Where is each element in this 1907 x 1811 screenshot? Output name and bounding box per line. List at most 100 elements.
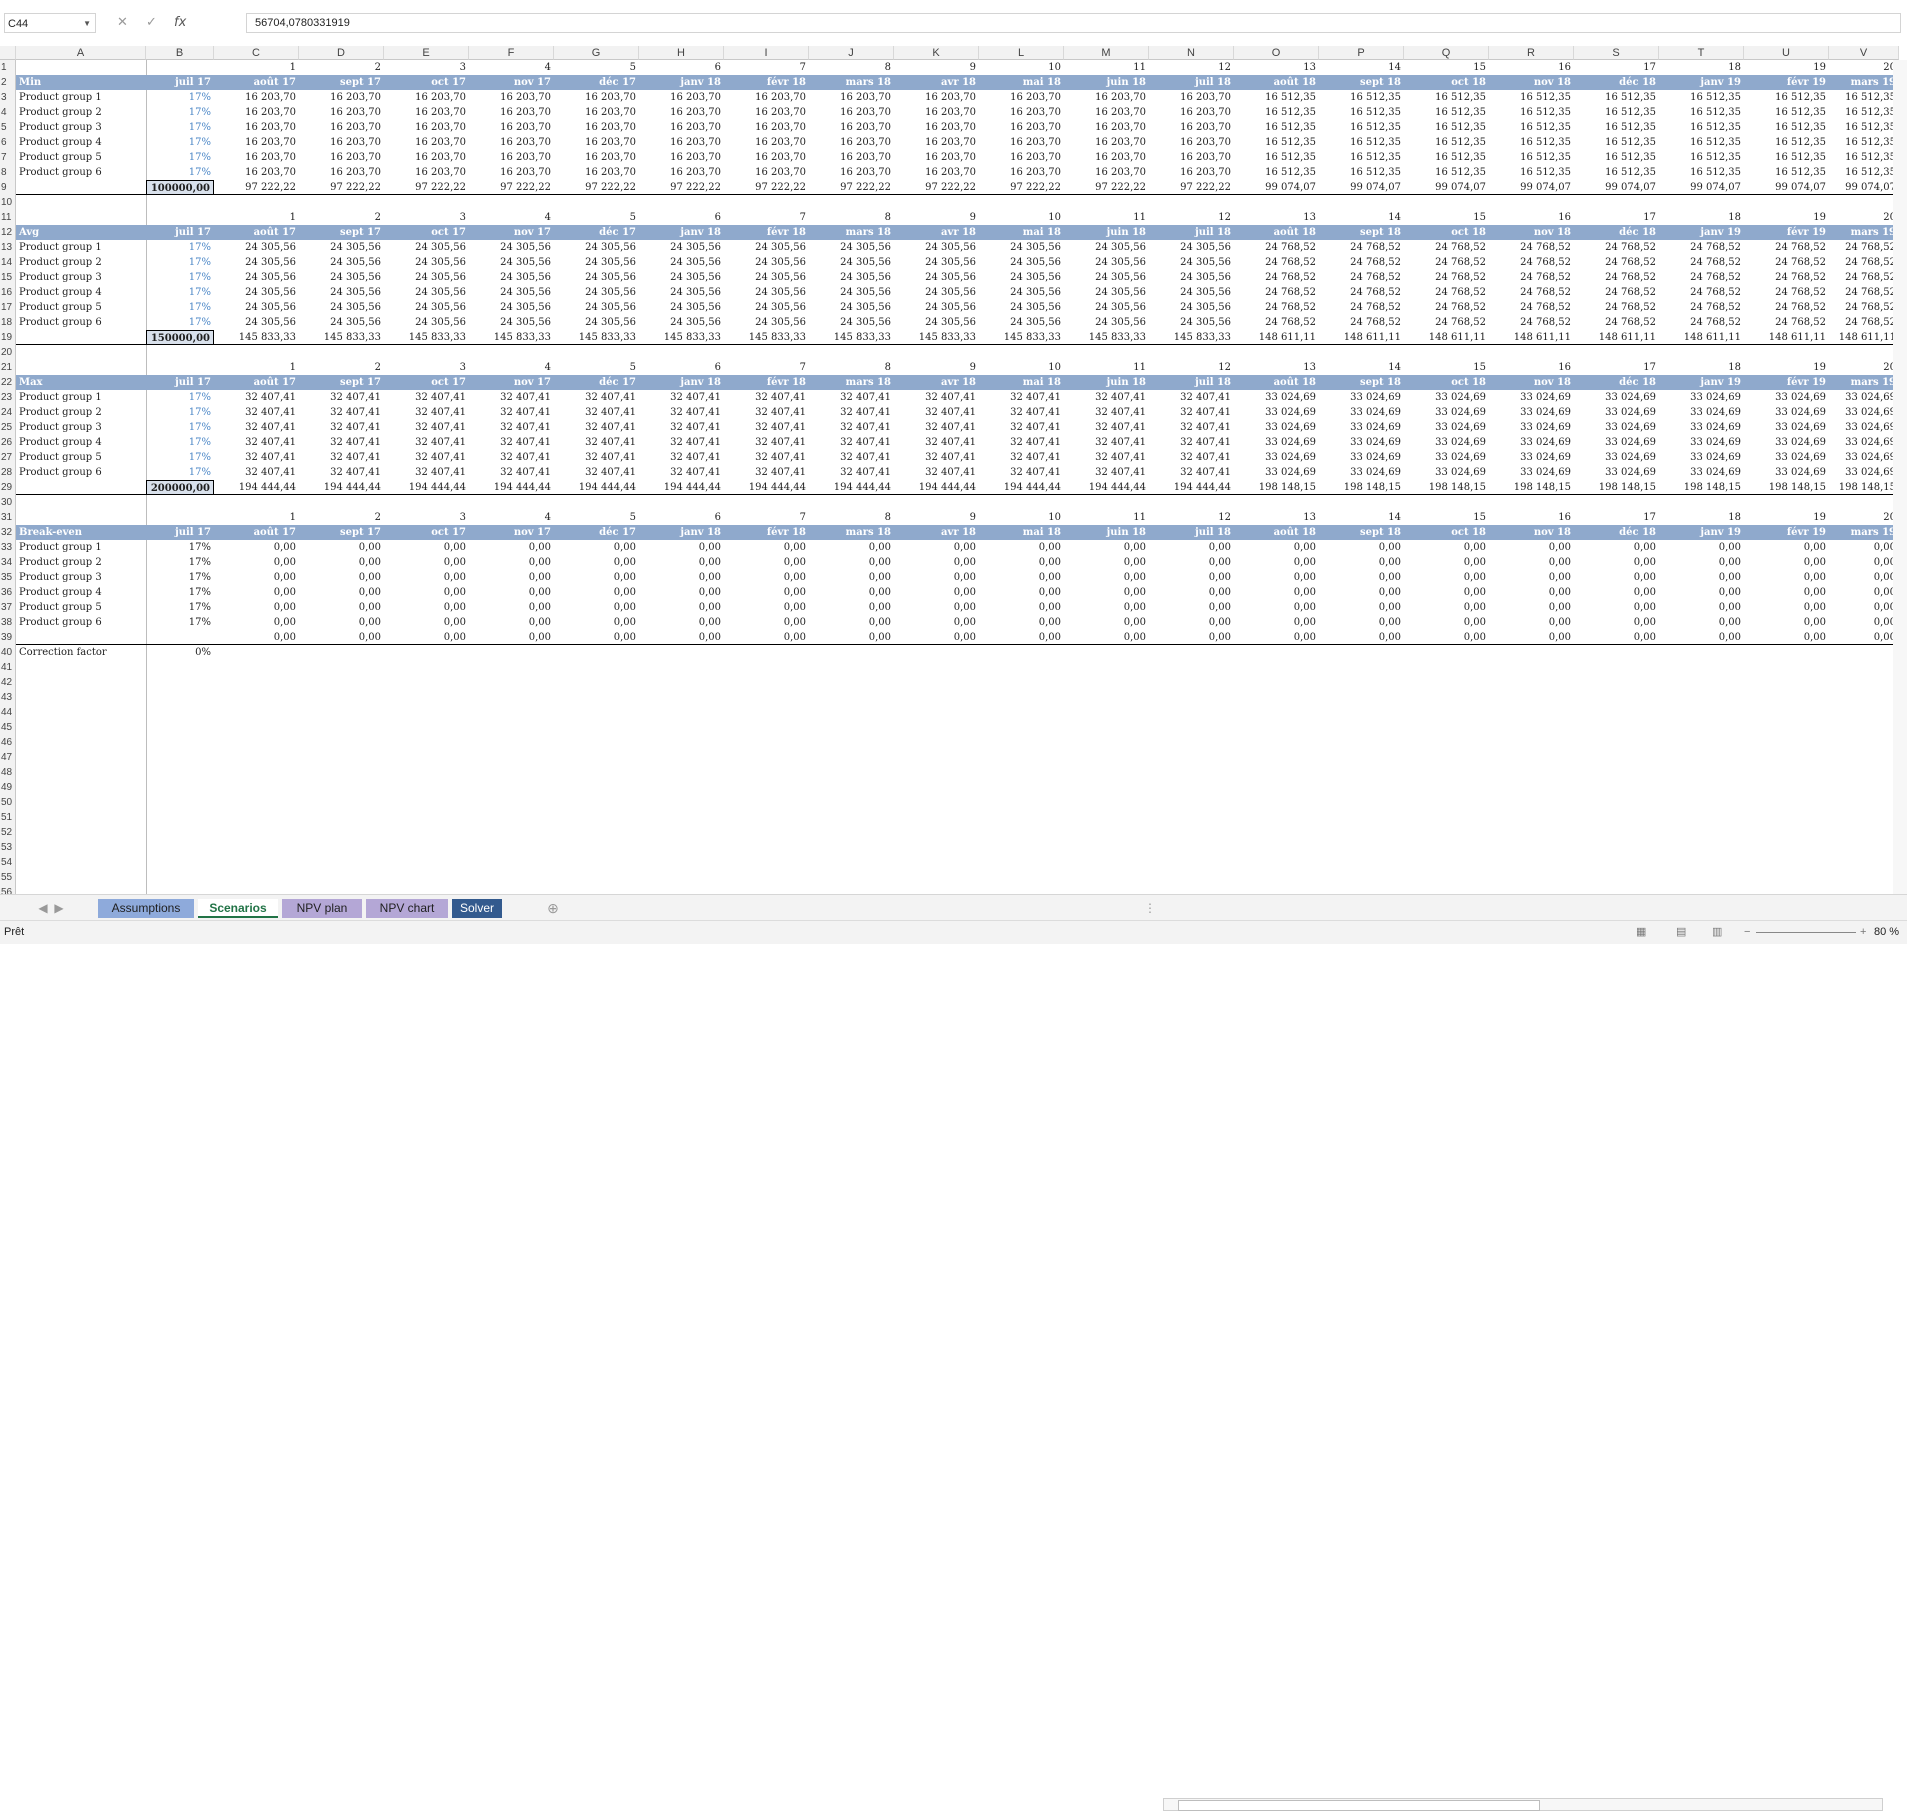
value-cell[interactable]: 16 512,35 — [1319, 90, 1404, 105]
value-cell[interactable]: 32 407,41 — [809, 405, 894, 420]
total-cell[interactable]: 194 444,44 — [639, 480, 724, 495]
value-cell[interactable]: 16 203,70 — [1149, 135, 1234, 150]
value-cell[interactable]: 16 512,35 — [1829, 90, 1899, 105]
row-header[interactable]: 32 — [0, 525, 16, 540]
value-cell[interactable]: 32 407,41 — [214, 405, 299, 420]
value-cell[interactable]: 0,00 — [1489, 600, 1574, 615]
value-cell[interactable]: 0,00 — [894, 585, 979, 600]
column-header[interactable]: E — [384, 46, 469, 60]
total-cell[interactable]: 97 222,22 — [809, 180, 894, 195]
value-cell[interactable]: 24 305,56 — [1149, 285, 1234, 300]
value-cell[interactable]: 0,00 — [809, 555, 894, 570]
value-cell[interactable]: 32 407,41 — [469, 405, 554, 420]
value-cell[interactable]: 24 305,56 — [979, 315, 1064, 330]
value-cell[interactable]: 32 407,41 — [979, 450, 1064, 465]
row-header[interactable]: 19 — [0, 330, 16, 345]
value-cell[interactable]: 32 407,41 — [979, 420, 1064, 435]
value-cell[interactable]: 0,00 — [1659, 570, 1744, 585]
row-header[interactable]: 42 — [0, 675, 16, 690]
row-header[interactable]: 22 — [0, 375, 16, 390]
value-cell[interactable]: 0,00 — [639, 570, 724, 585]
value-cell[interactable]: 32 407,41 — [979, 390, 1064, 405]
column-header[interactable]: F — [469, 46, 554, 60]
row-header[interactable]: 30 — [0, 495, 16, 510]
value-cell[interactable]: 24 305,56 — [979, 285, 1064, 300]
value-cell[interactable]: 16 203,70 — [1149, 150, 1234, 165]
value-cell[interactable]: 24 768,52 — [1829, 285, 1899, 300]
value-cell[interactable]: 0,00 — [1744, 540, 1829, 555]
value-cell[interactable]: 32 407,41 — [299, 420, 384, 435]
value-cell[interactable]: 32 407,41 — [384, 465, 469, 480]
total-cell[interactable]: 0,00 — [1659, 630, 1744, 645]
function-icon[interactable]: fx — [174, 13, 186, 33]
value-cell[interactable]: 16 512,35 — [1489, 120, 1574, 135]
value-cell[interactable]: 0,00 — [639, 585, 724, 600]
value-cell[interactable]: 16 203,70 — [214, 135, 299, 150]
value-cell[interactable]: 0,00 — [1489, 555, 1574, 570]
total-cell[interactable]: 145 833,33 — [809, 330, 894, 345]
value-cell[interactable]: 32 407,41 — [384, 405, 469, 420]
zoom-out-icon[interactable]: − — [1744, 921, 1750, 944]
value-cell[interactable]: 16 512,35 — [1659, 90, 1744, 105]
value-cell[interactable]: 24 305,56 — [809, 315, 894, 330]
total-cell[interactable]: 0,00 — [1319, 630, 1404, 645]
row-header[interactable]: 51 — [0, 810, 16, 825]
value-cell[interactable]: 16 512,35 — [1234, 150, 1319, 165]
row-header[interactable]: 46 — [0, 735, 16, 750]
value-cell[interactable]: 0,00 — [1234, 615, 1319, 630]
value-cell[interactable]: 16 203,70 — [894, 105, 979, 120]
value-cell[interactable]: 24 305,56 — [384, 315, 469, 330]
value-cell[interactable]: 0,00 — [809, 585, 894, 600]
value-cell[interactable]: 24 305,56 — [724, 240, 809, 255]
value-cell[interactable]: 0,00 — [809, 540, 894, 555]
value-cell[interactable]: 16 203,70 — [214, 165, 299, 180]
total-cell[interactable]: 97 222,22 — [554, 180, 639, 195]
value-cell[interactable]: 24 768,52 — [1234, 300, 1319, 315]
value-cell[interactable]: 24 305,56 — [1149, 270, 1234, 285]
value-cell[interactable]: 0,00 — [1064, 615, 1149, 630]
row-header[interactable]: 27 — [0, 450, 16, 465]
value-cell[interactable]: 16 203,70 — [1064, 135, 1149, 150]
value-cell[interactable]: 0,00 — [1064, 585, 1149, 600]
value-cell[interactable]: 24 305,56 — [724, 255, 809, 270]
value-cell[interactable]: 24 768,52 — [1404, 240, 1489, 255]
value-cell[interactable]: 24 768,52 — [1829, 270, 1899, 285]
value-cell[interactable]: 16 512,35 — [1234, 135, 1319, 150]
sheet-tab-npv-plan[interactable]: NPV plan — [282, 899, 362, 918]
value-cell[interactable]: 32 407,41 — [894, 465, 979, 480]
value-cell[interactable]: 24 305,56 — [809, 255, 894, 270]
value-cell[interactable]: 16 203,70 — [384, 120, 469, 135]
total-cell[interactable]: 99 074,07 — [1319, 180, 1404, 195]
value-cell[interactable]: 32 407,41 — [1064, 435, 1149, 450]
value-cell[interactable]: 0,00 — [809, 615, 894, 630]
total-cell[interactable]: 0,00 — [1574, 630, 1659, 645]
value-cell[interactable]: 32 407,41 — [724, 465, 809, 480]
value-cell[interactable]: 32 407,41 — [809, 420, 894, 435]
value-cell[interactable]: 0,00 — [1574, 555, 1659, 570]
value-cell[interactable]: 24 768,52 — [1319, 255, 1404, 270]
value-cell[interactable]: 32 407,41 — [469, 450, 554, 465]
value-cell[interactable]: 16 203,70 — [384, 150, 469, 165]
value-cell[interactable]: 0,00 — [214, 555, 299, 570]
value-cell[interactable]: 32 407,41 — [554, 405, 639, 420]
value-cell[interactable]: 0,00 — [809, 600, 894, 615]
value-cell[interactable]: 16 203,70 — [299, 90, 384, 105]
value-cell[interactable]: 32 407,41 — [639, 465, 724, 480]
value-cell[interactable]: 24 768,52 — [1489, 255, 1574, 270]
total-input-box[interactable]: 100000,00 — [146, 180, 214, 195]
total-cell[interactable]: 97 222,22 — [384, 180, 469, 195]
value-cell[interactable]: 0,00 — [554, 615, 639, 630]
value-cell[interactable]: 24 768,52 — [1234, 255, 1319, 270]
percent-cell[interactable]: 17% — [146, 585, 214, 600]
column-header[interactable]: O — [1234, 46, 1319, 60]
cancel-icon[interactable]: ✕ — [117, 13, 128, 33]
value-cell[interactable]: 0,00 — [384, 555, 469, 570]
value-cell[interactable]: 0,00 — [1404, 540, 1489, 555]
percent-cell[interactable]: 17% — [146, 105, 214, 120]
percent-cell[interactable]: 17% — [146, 435, 214, 450]
value-cell[interactable]: 0,00 — [1319, 570, 1404, 585]
value-cell[interactable]: 16 512,35 — [1574, 120, 1659, 135]
total-cell[interactable]: 97 222,22 — [894, 180, 979, 195]
value-cell[interactable]: 16 203,70 — [809, 105, 894, 120]
row-header[interactable]: 9 — [0, 180, 16, 195]
